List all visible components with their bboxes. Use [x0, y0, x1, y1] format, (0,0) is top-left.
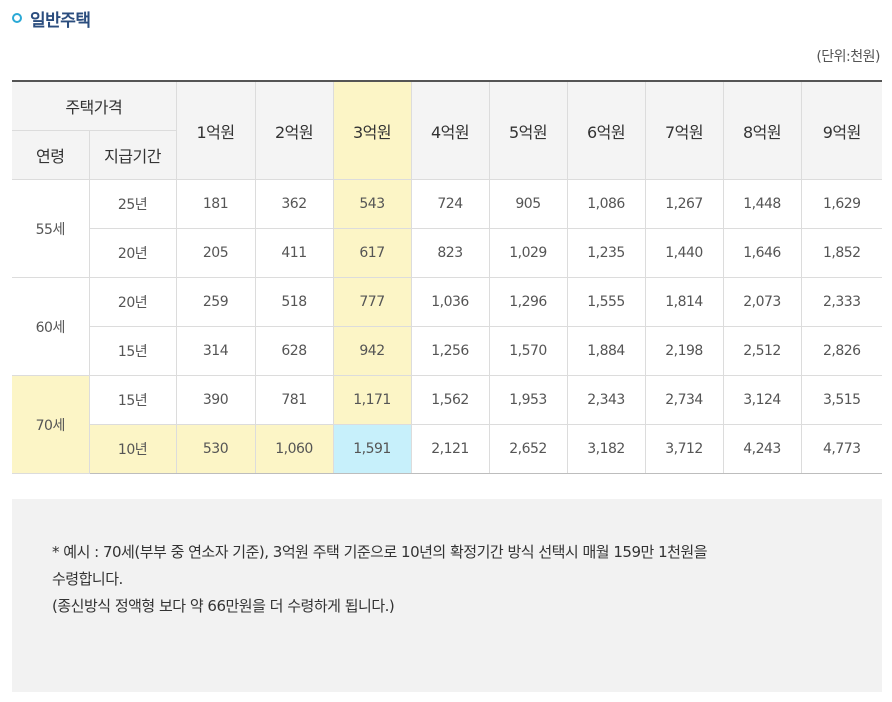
value-cell: 777 — [332, 277, 412, 327]
example-note-box: * 예시 : 70세(부부 중 연소자 기준), 3억원 주택 기준으로 10년… — [12, 499, 882, 692]
column-header: 9억원 — [800, 80, 883, 180]
pension-table: 주택가격 1억원 2억원 3억원 4억원 5억원 6억원 7억원 8억원 9억원… — [12, 80, 883, 474]
value-cell: 1,296 — [488, 277, 568, 327]
value-cell: 1,171 — [332, 375, 412, 425]
value-cell: 3,182 — [566, 424, 646, 474]
circle-bullet-icon — [12, 13, 22, 23]
period-cell: 15년 — [89, 326, 177, 376]
value-cell: 724 — [410, 179, 490, 229]
unit-label: (단위:천원) — [816, 49, 880, 65]
value-cell: 2,734 — [644, 375, 724, 425]
table-row: 60세 20년 259 518 777 1,036 1,296 1,555 1,814 2,073… — [12, 277, 883, 376]
value-cell: 2,198 — [644, 326, 724, 376]
value-cell: 4,773 — [800, 424, 883, 474]
value-cell: 2,826 — [800, 326, 883, 376]
note-line: * 예시 : 70세(부부 중 연소자 기준), 3억원 주택 기준으로 10년… — [52, 543, 708, 561]
table-row: 10년 530 1,060 1,591 2,121 2,652 3,182 3,712 4,24… — [12, 424, 883, 474]
column-header: 1억원 — [175, 80, 256, 180]
value-cell: 1,060 — [254, 424, 334, 474]
value-cell: 1,555 — [566, 277, 646, 327]
section-header: 일반주택 — [12, 6, 91, 31]
period-cell: 20년 — [88, 277, 177, 327]
value-cell: 1,852 — [800, 228, 883, 278]
table-row: 70세 15년 390 781 1,171 1,562 1,953 2,343 2,734 3,1… — [12, 375, 883, 474]
column-header: 2억원 — [254, 80, 334, 180]
value-cell: 905 — [488, 179, 568, 229]
value-cell: 2,343 — [566, 375, 646, 425]
header-age: 연령 — [12, 130, 90, 180]
value-cell: 1,591 — [332, 424, 412, 474]
value-cell: 1,267 — [644, 179, 724, 229]
value-cell: 205 — [175, 228, 256, 278]
column-header: 6억원 — [566, 80, 646, 180]
value-cell: 1,029 — [488, 228, 568, 278]
value-cell: 181 — [175, 179, 256, 229]
age-cell: 60세 — [12, 277, 90, 376]
value-cell: 823 — [410, 228, 490, 278]
age-cell: 55세 — [12, 179, 90, 278]
value-cell: 2,512 — [722, 326, 802, 376]
table-row: 15년 314 628 942 1,256 1,570 1,884 2,198 2,512 2,8… — [12, 326, 883, 376]
value-cell: 411 — [254, 228, 334, 278]
period-cell: 10년 — [89, 424, 177, 474]
value-cell: 530 — [175, 424, 256, 474]
value-cell: 1,953 — [488, 375, 568, 425]
column-header: 5억원 — [488, 80, 568, 180]
value-cell: 314 — [175, 326, 256, 376]
value-cell: 4,243 — [722, 424, 802, 474]
value-cell: 617 — [332, 228, 412, 278]
value-cell: 518 — [254, 277, 334, 327]
value-cell: 1,570 — [488, 326, 568, 376]
period-cell: 20년 — [89, 228, 177, 278]
value-cell: 543 — [332, 179, 412, 229]
column-header-highlighted: 3억원 — [332, 80, 412, 180]
value-cell: 2,121 — [410, 424, 490, 474]
table-row: 20년 205 411 617 823 1,029 1,235 1,440 1,646 1,852 — [12, 228, 883, 278]
value-cell: 2,652 — [488, 424, 568, 474]
header-period: 지급기간 — [88, 130, 177, 180]
value-cell: 2,073 — [722, 277, 802, 327]
value-cell: 1,562 — [410, 375, 490, 425]
period-cell: 25년 — [88, 179, 177, 229]
value-cell: 1,884 — [566, 326, 646, 376]
value-cell: 628 — [254, 326, 334, 376]
value-cell: 1,036 — [410, 277, 490, 327]
note-line: (종신방식 정액형 보다 약 66만원을 더 수령하게 됩니다.) — [52, 597, 395, 615]
note-line: 수령합니다. — [52, 570, 123, 588]
value-cell: 781 — [254, 375, 334, 425]
value-cell: 1,646 — [722, 228, 802, 278]
column-header: 7억원 — [644, 80, 724, 180]
value-cell: 362 — [254, 179, 334, 229]
value-cell: 1,448 — [722, 179, 802, 229]
value-cell: 2,333 — [800, 277, 883, 327]
value-cell: 942 — [332, 326, 412, 376]
age-cell: 70세 — [12, 375, 90, 474]
value-cell: 1,629 — [800, 179, 883, 229]
value-cell: 1,814 — [644, 277, 724, 327]
value-cell: 1,235 — [566, 228, 646, 278]
value-cell: 259 — [175, 277, 256, 327]
value-cell: 1,086 — [566, 179, 646, 229]
section-title: 일반주택 — [30, 10, 91, 31]
value-cell: 3,124 — [722, 375, 802, 425]
value-cell: 3,515 — [800, 375, 883, 425]
value-cell: 1,440 — [644, 228, 724, 278]
value-cell: 3,712 — [644, 424, 724, 474]
column-header: 8억원 — [722, 80, 802, 180]
table-row: 55세 25년 181 362 543 724 905 1,086 1,267 1,448 1,62… — [12, 179, 883, 278]
column-header: 4억원 — [410, 80, 490, 180]
period-cell: 15년 — [88, 375, 177, 425]
value-cell: 1,256 — [410, 326, 490, 376]
header-house-price: 주택가격 — [12, 80, 177, 131]
value-cell: 390 — [175, 375, 256, 425]
